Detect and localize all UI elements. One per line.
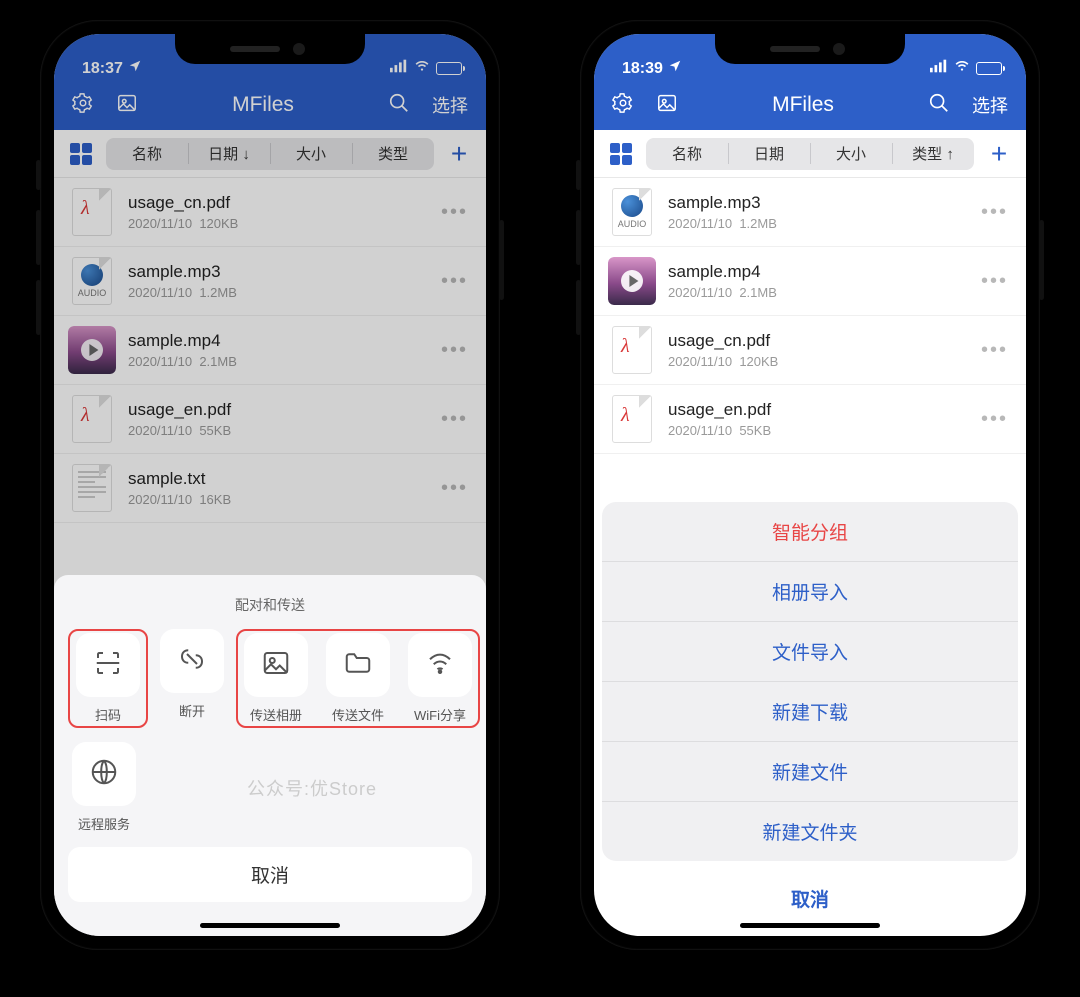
search-icon[interactable] [928, 92, 950, 119]
sort-name[interactable]: 名称 [646, 137, 728, 170]
send-files-option[interactable]: 传送文件 [322, 633, 394, 724]
more-icon[interactable]: ••• [977, 270, 1012, 293]
file-meta: 2020/11/10 1.2MB [668, 216, 965, 231]
action-item[interactable]: 相册导入 [602, 562, 1018, 622]
file-thumb-pdf: λ [608, 326, 656, 374]
action-group: 智能分组相册导入文件导入新建下载新建文件新建文件夹 [602, 502, 1018, 861]
watermark-text: 公众号:优Store [152, 775, 472, 801]
wifi-icon [953, 59, 971, 78]
action-item[interactable]: 文件导入 [602, 622, 1018, 682]
image-icon [261, 648, 291, 683]
notch [715, 34, 905, 64]
more-icon[interactable]: ••• [977, 201, 1012, 224]
more-icon[interactable]: ••• [977, 408, 1012, 431]
sort-type[interactable]: 类型 ↑ [892, 137, 974, 170]
more-icon[interactable]: ••• [977, 339, 1012, 362]
nav-bar: MFiles 选择 [594, 80, 1026, 130]
send-photos-label: 传送相册 [250, 705, 302, 724]
transfer-sheet: 配对和传送 扫码 断开 传送相册 [54, 575, 486, 936]
file-name: sample.mp4 [668, 262, 965, 282]
home-indicator[interactable] [200, 923, 340, 928]
sort-row: 名称 日期 大小 类型 ↑ + [594, 130, 1026, 178]
file-thumb-video [608, 257, 656, 305]
battery-icon [976, 62, 1002, 75]
sheet-cancel-button[interactable]: 取消 [68, 847, 472, 902]
file-row[interactable]: AUDIO sample.mp3 2020/11/10 1.2MB ••• [594, 178, 1026, 247]
globe-icon [89, 757, 119, 792]
gallery-icon[interactable] [656, 92, 678, 119]
cellular-icon [930, 59, 948, 78]
settings-icon[interactable] [612, 92, 634, 119]
remote-service-option[interactable]: 远程服务 [68, 742, 140, 833]
file-thumb-audio: AUDIO [608, 188, 656, 236]
wifi-share-option[interactable]: WiFi分享 [404, 633, 476, 724]
status-time: 18:39 [622, 60, 663, 78]
action-cancel-button[interactable]: 取消 [602, 869, 1018, 928]
file-name: usage_en.pdf [668, 400, 965, 420]
disconnect-label: 断开 [179, 701, 205, 720]
action-sheet: 智能分组相册导入文件导入新建下载新建文件新建文件夹 取消 [602, 502, 1018, 928]
file-row[interactable]: sample.mp4 2020/11/10 2.1MB ••• [594, 247, 1026, 316]
action-item[interactable]: 新建下载 [602, 682, 1018, 742]
highlight-box-2: 传送相册 传送文件 WiFi分享 [236, 629, 480, 728]
action-item[interactable]: 智能分组 [602, 502, 1018, 562]
action-item[interactable]: 新建文件夹 [602, 802, 1018, 861]
add-button[interactable]: + [984, 138, 1014, 170]
file-row[interactable]: λ usage_en.pdf 2020/11/10 55KB ••• [594, 385, 1026, 454]
send-photos-option[interactable]: 传送相册 [240, 633, 312, 724]
file-name: sample.mp3 [668, 193, 965, 213]
grid-view-button[interactable] [606, 139, 636, 169]
action-item[interactable]: 新建文件 [602, 742, 1018, 802]
sort-size[interactable]: 大小 [810, 137, 892, 170]
sort-segmented: 名称 日期 大小 类型 ↑ [646, 138, 974, 170]
disconnect-option[interactable]: 断开 [160, 629, 224, 728]
sort-date[interactable]: 日期 [728, 137, 810, 170]
send-files-label: 传送文件 [332, 705, 384, 724]
remote-service-label: 远程服务 [78, 814, 130, 833]
scan-label: 扫码 [95, 705, 121, 724]
phone-right: 18:39 MFiles 选择 名称 日期 [580, 20, 1040, 950]
app-title: MFiles [772, 93, 834, 117]
highlight-box-1: 扫码 [68, 629, 148, 728]
select-button[interactable]: 选择 [972, 92, 1008, 118]
sheet-title: 配对和传送 [68, 595, 472, 615]
scan-icon [93, 648, 123, 683]
folder-icon [343, 648, 373, 683]
sheet-row-1: 扫码 断开 传送相册 传送文件 [68, 629, 472, 728]
wifi-share-icon [425, 648, 455, 683]
file-name: usage_cn.pdf [668, 331, 965, 351]
file-row[interactable]: λ usage_cn.pdf 2020/11/10 120KB ••• [594, 316, 1026, 385]
file-meta: 2020/11/10 55KB [668, 423, 965, 438]
notch [175, 34, 365, 64]
unlink-icon [177, 644, 207, 679]
location-arrow-icon [668, 59, 682, 78]
wifi-share-label: WiFi分享 [414, 705, 466, 724]
file-meta: 2020/11/10 2.1MB [668, 285, 965, 300]
home-indicator[interactable] [740, 923, 880, 928]
file-thumb-pdf: λ [608, 395, 656, 443]
scan-option[interactable]: 扫码 [72, 633, 144, 724]
phone-left: 18:37 MFiles 选择 [40, 20, 500, 950]
file-meta: 2020/11/10 120KB [668, 354, 965, 369]
